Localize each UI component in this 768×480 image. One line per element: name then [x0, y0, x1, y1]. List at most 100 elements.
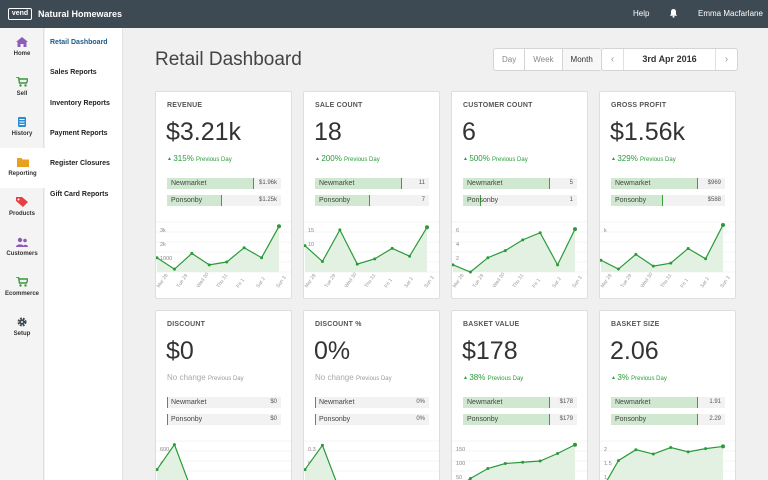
outlet-value: 1	[569, 197, 573, 203]
data-point[interactable]	[686, 450, 690, 454]
outlet-bar[interactable]: Ponsonby $0	[167, 414, 281, 425]
outlet-bar[interactable]: Ponsonby $179	[463, 414, 577, 425]
outlet-bar[interactable]: Ponsonby 7	[315, 195, 429, 206]
data-point[interactable]	[338, 228, 342, 232]
period-day-button[interactable]: Day	[494, 49, 526, 70]
data-point[interactable]	[538, 459, 542, 463]
data-point[interactable]	[503, 249, 507, 253]
outlet-bar[interactable]: Newmarket 0%	[315, 397, 429, 408]
data-point[interactable]	[207, 263, 211, 267]
y-tick-label: 4	[456, 242, 459, 248]
nav-reporting[interactable]: Reporting	[0, 148, 45, 188]
nav-ecommerce[interactable]: Ecommerce	[0, 268, 44, 308]
outlet-bar[interactable]: Ponsonby $588	[611, 195, 725, 206]
data-point[interactable]	[425, 225, 429, 230]
data-point[interactable]	[320, 259, 324, 263]
data-point[interactable]	[704, 257, 708, 261]
metric-card[interactable]: GROSS PROFIT $1.56k ▲ 329% Previous Day New…	[599, 91, 736, 299]
vend-logo[interactable]: vend	[8, 8, 32, 20]
data-point[interactable]	[721, 444, 725, 449]
data-point[interactable]	[521, 238, 525, 242]
data-point[interactable]	[355, 262, 359, 266]
data-point[interactable]	[686, 246, 690, 250]
data-point[interactable]	[616, 267, 620, 271]
data-point[interactable]	[538, 231, 542, 235]
data-point[interactable]	[573, 442, 577, 447]
outlet-bar[interactable]: Newmarket $0	[167, 397, 281, 408]
data-point[interactable]	[408, 254, 412, 258]
metric-card[interactable]: REVENUE $3.21k ▲ 315% Previous Day Newmarke…	[155, 91, 292, 299]
metric-card[interactable]: DISCOUNT % 0% No change Previous Day Newmar…	[303, 310, 440, 480]
subnav-payment-reports[interactable]: Payment Reports	[50, 129, 108, 139]
data-point[interactable]	[521, 460, 525, 464]
data-point[interactable]	[634, 448, 638, 452]
change-value: 329%	[617, 154, 638, 163]
data-point[interactable]	[172, 443, 176, 447]
subnav-retail-dashboard[interactable]: Retail Dashboard	[50, 38, 108, 48]
nav-label: Setup	[13, 331, 31, 337]
store-name[interactable]: Natural Homewares	[38, 8, 122, 20]
data-point[interactable]	[616, 459, 620, 463]
outlet-bar[interactable]: Newmarket $969	[611, 178, 725, 189]
next-date-button[interactable]: ›	[715, 49, 737, 70]
outlet-bar[interactable]: Ponsonby 0%	[315, 414, 429, 425]
date-picker[interactable]: 3rd Apr 2016	[624, 49, 715, 70]
outlet-bar[interactable]: Newmarket 11	[315, 178, 429, 189]
outlet-bar[interactable]: Ponsonby $1.25k	[167, 195, 281, 206]
data-point[interactable]	[721, 222, 725, 227]
outlet-bar[interactable]: Newmarket 1.91	[611, 397, 725, 408]
nav-sell[interactable]: Sell	[0, 68, 44, 108]
outlet-value: $0	[270, 416, 277, 422]
data-point[interactable]	[669, 261, 673, 265]
data-point[interactable]	[651, 264, 655, 268]
data-point[interactable]	[486, 467, 490, 470]
data-point[interactable]	[468, 270, 472, 274]
outlet-bar[interactable]: Newmarket $1.96k	[167, 178, 281, 189]
help-link[interactable]: Help	[633, 9, 649, 19]
subnav-register-closures[interactable]: Register Closures	[50, 159, 110, 169]
data-point[interactable]	[320, 443, 324, 447]
subnav-sales-reports[interactable]: Sales Reports	[50, 68, 97, 78]
data-point[interactable]	[260, 256, 264, 260]
data-point[interactable]	[242, 246, 246, 250]
data-point[interactable]	[651, 452, 655, 456]
user-menu[interactable]: Emma Macfarlane	[698, 9, 763, 19]
nav-products[interactable]: Products	[0, 188, 44, 228]
period-week-button[interactable]: Week	[525, 49, 563, 70]
outlet-bar[interactable]: Newmarket $178	[463, 397, 577, 408]
data-point[interactable]	[172, 267, 176, 271]
data-point[interactable]	[486, 256, 490, 260]
subnav-inventory-reports[interactable]: Inventory Reports	[50, 99, 110, 109]
metric-card[interactable]: SALE COUNT 18 ▲ 200% Previous Day Newmarket…	[303, 91, 440, 299]
data-point[interactable]	[556, 263, 560, 267]
outlet-bar[interactable]: Ponsonby 1	[463, 195, 577, 206]
card-value: $0	[166, 337, 194, 365]
data-point[interactable]	[704, 447, 708, 451]
data-point[interactable]	[390, 246, 394, 250]
card-value: $178	[462, 337, 518, 365]
data-point[interactable]	[503, 462, 507, 465]
outlet-bar[interactable]: Newmarket 5	[463, 178, 577, 189]
data-point[interactable]	[556, 452, 560, 455]
data-point[interactable]	[225, 260, 229, 264]
outlet-name: Newmarket	[319, 399, 355, 406]
metric-card[interactable]: DISCOUNT $0 No change Previous Day Newmarke…	[155, 310, 292, 480]
data-point[interactable]	[277, 224, 281, 229]
data-point[interactable]	[573, 227, 577, 232]
data-point[interactable]	[373, 257, 377, 261]
bell-icon[interactable]	[669, 8, 678, 18]
data-point[interactable]	[190, 251, 194, 255]
nav-history[interactable]: History	[0, 108, 44, 148]
previous-date-button[interactable]: ‹	[602, 49, 624, 70]
metric-card[interactable]: CUSTOMER COUNT 6 ▲ 500% Previous Day Newmar…	[451, 91, 588, 299]
nav-setup[interactable]: Setup	[0, 308, 44, 348]
outlet-bar[interactable]: Ponsonby 2.29	[611, 414, 725, 425]
period-month-button[interactable]: Month	[562, 49, 601, 70]
nav-customers[interactable]: Customers	[0, 228, 44, 268]
data-point[interactable]	[669, 446, 673, 450]
metric-card[interactable]: BASKET VALUE $178 ▲ 38% Previous Day Newmar…	[451, 310, 588, 480]
nav-home[interactable]: Home	[0, 28, 44, 68]
subnav-gift-card-reports[interactable]: Gift Card Reports	[50, 190, 108, 200]
data-point[interactable]	[634, 252, 638, 256]
metric-card[interactable]: BASKET SIZE 2.06 ▲ 3% Previous Day Newmarke…	[599, 310, 736, 480]
